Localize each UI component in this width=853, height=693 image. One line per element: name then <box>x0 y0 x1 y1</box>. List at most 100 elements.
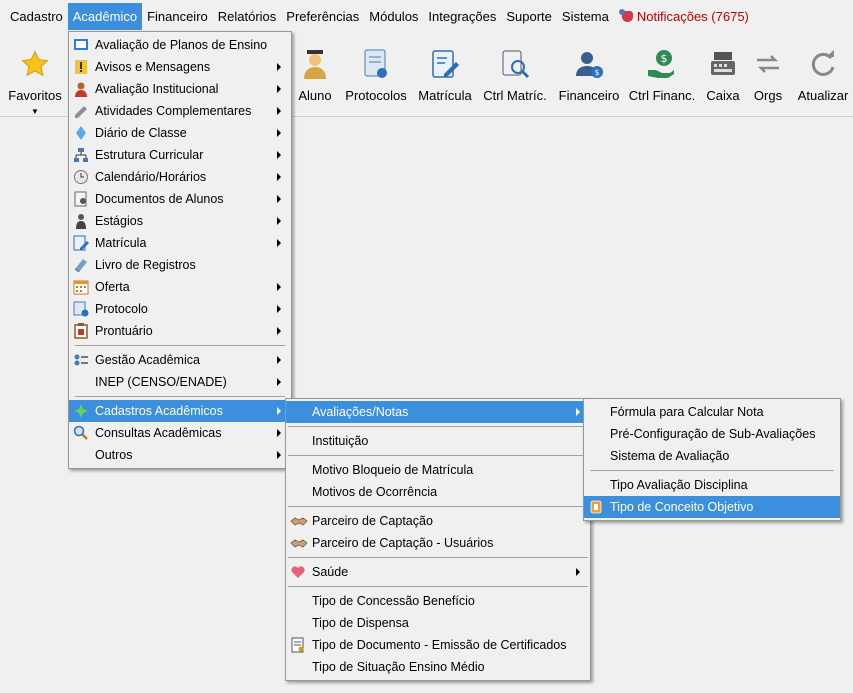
document-check-icon <box>358 46 394 82</box>
menu-item-label: Avaliação de Planos de Ensino <box>95 38 268 52</box>
user-money-icon: $ <box>571 46 607 82</box>
handshake-icon <box>290 535 308 551</box>
menu-item-label: Estrutura Curricular <box>95 148 204 162</box>
user-icon <box>73 81 89 97</box>
menu-item-livro-registros[interactable]: Livro de Registros <box>69 254 291 276</box>
menu-item-instituicao[interactable]: Instituição <box>286 430 590 452</box>
menu-item-prontuario[interactable]: Prontuário <box>69 320 291 342</box>
menu-item-tipo-conceito-objetivo[interactable]: Tipo de Conceito Objetivo <box>584 496 840 518</box>
menu-separator <box>75 345 285 346</box>
menu-item-label: Tipo Avaliação Disciplina <box>610 478 748 492</box>
clipboard-icon <box>73 323 89 339</box>
menu-integracoes[interactable]: Integrações <box>423 3 501 30</box>
ctrl-financ-button[interactable]: $ Ctrl Financ. <box>628 33 696 117</box>
menu-item-label: Outros <box>95 448 133 462</box>
matricula-button[interactable]: Matrícula <box>416 33 474 117</box>
menu-relatorios[interactable]: Relatórios <box>213 3 282 30</box>
menu-item-outros[interactable]: Outros <box>69 444 291 466</box>
menu-item-protocolo[interactable]: Protocolo <box>69 298 291 320</box>
menu-academico[interactable]: Acadêmico <box>67 3 143 30</box>
menu-item-cadastros-academicos[interactable]: Cadastros Acadêmicos <box>69 400 291 422</box>
menu-item-label: Tipo de Situação Ensino Médio <box>312 660 485 674</box>
caixa-button[interactable]: Caixa <box>702 33 744 117</box>
submenu-arrow-icon <box>277 151 281 159</box>
menu-separator <box>288 455 588 456</box>
menu-preferencias[interactable]: Preferências <box>281 3 364 30</box>
protocolos-button[interactable]: Protocolos <box>344 33 408 117</box>
menu-item-motivos-ocorrencia[interactable]: Motivos de Ocorrência <box>286 481 590 503</box>
menu-item-estagios[interactable]: Estágios <box>69 210 291 232</box>
submenu-arrow-icon <box>277 451 281 459</box>
submenu-arrow-icon <box>277 239 281 247</box>
submenu-arrow-icon <box>277 195 281 203</box>
financeiro-button[interactable]: $ Financeiro <box>556 33 622 117</box>
submenu-arrow-icon <box>277 63 281 71</box>
atualizar-button[interactable]: Atualizar <box>796 33 850 117</box>
menu-item-inep[interactable]: INEP (CENSO/ENADE) <box>69 371 291 393</box>
menu-separator <box>288 426 588 427</box>
refresh-icon <box>805 46 841 82</box>
menu-item-label: Avaliações/Notas <box>312 405 409 419</box>
menu-suporte[interactable]: Suporte <box>501 3 557 30</box>
ctrl-matric-button[interactable]: Ctrl Matríc. <box>482 33 548 117</box>
menu-bar: Cadastro Acadêmico Financeiro Relatórios… <box>0 0 853 33</box>
menu-item-consultas-academicas[interactable]: Consultas Acadêmicas <box>69 422 291 444</box>
menu-item-tipo-concessao[interactable]: Tipo de Concessão Benefício <box>286 590 590 612</box>
menu-item-pre-configuracao[interactable]: Pré-Configuração de Sub-Avaliações <box>584 423 840 445</box>
menu-item-label: Oferta <box>95 280 130 294</box>
edit-document-icon <box>427 46 463 82</box>
menu-item-calendario-horarios[interactable]: Calendário/Horários <box>69 166 291 188</box>
search-icon <box>73 425 89 441</box>
menu-item-formula-calcular-nota[interactable]: Fórmula para Calcular Nota <box>584 401 840 423</box>
menu-item-avisos-mensagens[interactable]: Avisos e Mensagens <box>69 56 291 78</box>
protocolos-label: Protocolos <box>345 88 407 103</box>
menu-item-tipo-situacao-ensino-medio[interactable]: Tipo de Situação Ensino Médio <box>286 656 590 678</box>
menu-item-documentos-alunos[interactable]: Documentos de Alunos <box>69 188 291 210</box>
menu-item-label: Tipo de Concessão Benefício <box>312 594 475 608</box>
settings-list-icon <box>73 352 89 368</box>
menu-item-label: Calendário/Horários <box>95 170 207 184</box>
atualizar-label: Atualizar <box>797 88 849 103</box>
menu-sistema[interactable]: Sistema <box>557 3 614 30</box>
menu-item-label: Sistema de Avaliação <box>610 449 730 463</box>
menu-item-oferta[interactable]: Oferta <box>69 276 291 298</box>
orgs-button[interactable]: Orgs <box>750 33 786 117</box>
menu-item-diario-classe[interactable]: Diário de Classe <box>69 122 291 144</box>
menu-item-estrutura-curricular[interactable]: Estrutura Curricular <box>69 144 291 166</box>
orange-square-icon <box>588 499 604 515</box>
orgs-label: Orgs <box>753 88 783 103</box>
menu-item-tipo-documento[interactable]: Tipo de Documento - Emissão de Certifica… <box>286 634 590 656</box>
menu-item-label: Pré-Configuração de Sub-Avaliações <box>610 427 816 441</box>
menu-item-tipo-dispensa[interactable]: Tipo de Dispensa <box>286 612 590 634</box>
submenu-arrow-icon <box>277 85 281 93</box>
menu-item-avaliacao-planos[interactable]: Avaliação de Planos de Ensino <box>69 34 291 56</box>
submenu-arrow-icon <box>277 283 281 291</box>
menu-item-label: Protocolo <box>95 302 148 316</box>
edit-document-icon <box>73 235 89 251</box>
menu-item-matricula[interactable]: Matrícula <box>69 232 291 254</box>
aluno-button[interactable]: Aluno <box>292 33 338 117</box>
menu-item-label: Documentos de Alunos <box>95 192 224 206</box>
menu-item-tipo-avaliacao-disciplina[interactable]: Tipo Avaliação Disciplina <box>584 474 840 496</box>
menu-item-parceiro-captacao-usuarios[interactable]: Parceiro de Captação - Usuários <box>286 532 590 554</box>
menu-item-avaliacao-institucional[interactable]: Avaliação Institucional <box>69 78 291 100</box>
menu-separator <box>288 586 588 587</box>
menu-cadastro[interactable]: Cadastro <box>5 3 68 30</box>
menu-modulos[interactable]: Módulos <box>364 3 423 30</box>
menu-item-label: Diário de Classe <box>95 126 187 140</box>
menu-item-label: Cadastros Acadêmicos <box>95 404 223 418</box>
menu-item-avaliacoes-notas[interactable]: Avaliações/Notas <box>286 401 590 423</box>
menu-item-gestao-academica[interactable]: Gestão Acadêmica <box>69 349 291 371</box>
menu-item-label: Livro de Registros <box>95 258 196 272</box>
favoritos-button[interactable]: Favoritos ▼ <box>6 33 64 117</box>
menu-item-atividades-complementares[interactable]: Atividades Complementares <box>69 100 291 122</box>
menu-item-sistema-avaliacao[interactable]: Sistema de Avaliação <box>584 445 840 467</box>
notifications-link[interactable]: Notificações (7675) <box>614 9 749 24</box>
menu-item-motivo-bloqueio[interactable]: Motivo Bloqueio de Matrícula <box>286 459 590 481</box>
menu-financeiro[interactable]: Financeiro <box>142 3 213 30</box>
document-user-icon <box>73 191 89 207</box>
menu-item-saude[interactable]: Saúde <box>286 561 590 583</box>
submenu-arrow-icon <box>277 129 281 137</box>
chevron-down-icon: ▼ <box>31 107 39 116</box>
menu-item-parceiro-captacao[interactable]: Parceiro de Captação <box>286 510 590 532</box>
